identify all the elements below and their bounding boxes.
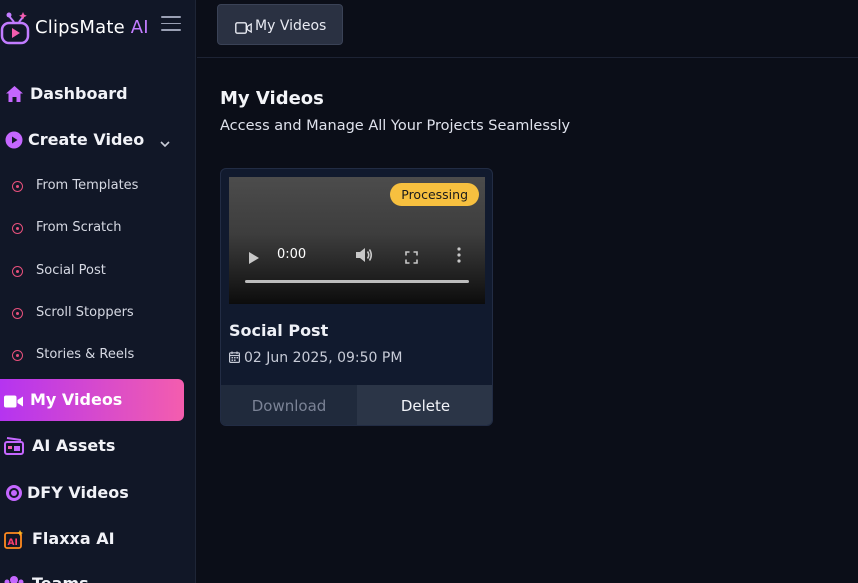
sidebar-item-dfy-videos[interactable]: DFY Videos (0, 481, 184, 505)
calendar-icon (229, 351, 241, 364)
sidebar-item-flaxxa-ai[interactable]: AI Flaxxa AI (0, 527, 184, 551)
sidebar-item-label: Create Video (28, 130, 145, 149)
sidebar-item-label: AI Assets (32, 436, 116, 455)
video-player[interactable]: Processing 0:00 (229, 177, 485, 304)
sidebar: ClipsMate AI Dashboard Create Video From… (0, 0, 196, 583)
tab-my-videos[interactable]: My Videos (217, 4, 343, 45)
sidebar-item-label: My Videos (30, 390, 123, 409)
video-date: 02 Jun 2025, 09:50 PM (229, 350, 402, 366)
sidebar-subitem-scroll-stoppers[interactable]: Scroll Stoppers (0, 301, 184, 325)
delete-button[interactable]: Delete (357, 385, 492, 425)
sidebar-item-label: Flaxxa AI (32, 529, 115, 548)
sidebar-item-ai-assets[interactable]: AI Assets (0, 434, 184, 458)
hamburger-icon[interactable] (161, 16, 181, 32)
target-icon (4, 483, 24, 503)
clipsmate-logo-icon (0, 12, 30, 45)
status-badge: Processing (390, 183, 479, 206)
download-button[interactable]: Download (221, 385, 357, 425)
film-assets-icon (4, 436, 24, 456)
chevron-down-icon[interactable] (160, 133, 170, 148)
video-camera-icon (235, 19, 252, 34)
svg-text:AI: AI (8, 538, 18, 548)
video-title: Social Post (229, 321, 329, 340)
volume-icon[interactable] (355, 247, 373, 263)
play-icon[interactable] (248, 250, 260, 264)
bullet-circle-icon (12, 223, 23, 234)
sidebar-subitem-label: Scroll Stoppers (36, 305, 134, 320)
sidebar-item-label: Dashboard (30, 84, 128, 103)
more-options-icon[interactable] (457, 247, 461, 263)
play-circle-icon (4, 130, 24, 150)
bullet-circle-icon (12, 266, 23, 277)
fullscreen-icon[interactable] (405, 249, 418, 264)
app-brand-name: ClipsMate AI (35, 17, 149, 38)
sidebar-item-my-videos[interactable]: My Videos (0, 379, 184, 421)
sidebar-subitem-label: Stories & Reels (36, 347, 135, 362)
team-icon (4, 574, 24, 583)
sidebar-subitem-from-scratch[interactable]: From Scratch (0, 216, 184, 240)
ai-sparkle-icon: AI (4, 529, 24, 549)
sidebar-subitem-label: From Scratch (36, 220, 122, 235)
tab-label: My Videos (255, 18, 327, 34)
bullet-circle-icon (12, 181, 23, 192)
sidebar-subitem-from-templates[interactable]: From Templates (0, 174, 184, 198)
player-time: 0:00 (277, 247, 307, 262)
bullet-circle-icon (12, 350, 23, 361)
bullet-circle-icon (12, 308, 23, 319)
sidebar-item-create-video[interactable]: Create Video (0, 128, 184, 152)
sidebar-subitem-social-post[interactable]: Social Post (0, 259, 184, 283)
page-title: My Videos (220, 88, 324, 109)
seek-bar[interactable] (245, 280, 469, 283)
sidebar-subitem-label: From Templates (36, 178, 139, 193)
sidebar-item-label: Teams (32, 574, 89, 583)
video-camera-icon (4, 393, 23, 408)
sidebar-subitem-label: Social Post (36, 263, 106, 278)
sidebar-item-dashboard[interactable]: Dashboard (0, 82, 184, 106)
sidebar-item-teams[interactable]: Teams (0, 572, 184, 583)
sidebar-subitem-stories-reels[interactable]: Stories & Reels (0, 343, 184, 367)
video-card: Processing 0:00 Social Post 02 Jun 2025,… (220, 168, 493, 426)
sidebar-item-label: DFY Videos (27, 483, 129, 502)
page-subtitle: Access and Manage All Your Projects Seam… (220, 118, 571, 134)
home-icon (4, 84, 24, 104)
top-bar: My Videos (197, 0, 858, 58)
